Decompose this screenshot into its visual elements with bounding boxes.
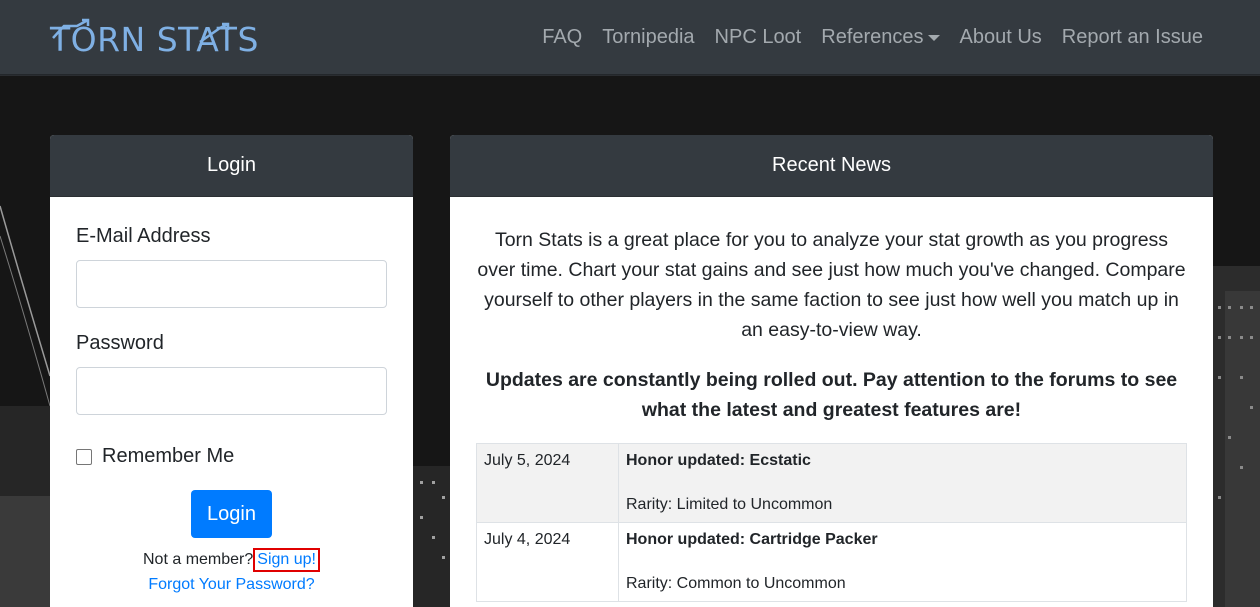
- login-card-header: Login: [50, 135, 413, 197]
- news-entry: Honor updated: Cartridge Packer Rarity: …: [618, 522, 1187, 602]
- news-body: Torn Stats is a great place for you to a…: [450, 197, 1213, 602]
- nav-report-issue[interactable]: Report an Issue: [1062, 26, 1203, 49]
- nav-faq[interactable]: FAQ: [542, 26, 582, 49]
- nav-menu: FAQ Tornipedia NPC Loot References About…: [542, 0, 1203, 75]
- remember-me-checkbox[interactable]: [76, 448, 92, 465]
- not-member-text: Not a member?: [143, 551, 254, 568]
- nav-tornipedia-label: Tornipedia: [602, 26, 695, 48]
- nav-npc-loot-label: NPC Loot: [714, 26, 802, 48]
- news-intro-text: Torn Stats is a great place for you to a…: [477, 229, 1186, 341]
- email-field[interactable]: [76, 260, 387, 308]
- nav-about-us-label: About Us: [959, 26, 1042, 48]
- news-title: Honor updated: Cartridge Packer: [626, 531, 878, 548]
- news-date: July 4, 2024: [476, 522, 619, 602]
- nav-references-label: References: [821, 26, 924, 48]
- top-navbar: TORN STATS FAQ Tornipedia NPC Loot Refer…: [0, 0, 1260, 75]
- remember-me-row: Remember Me: [76, 445, 387, 468]
- brand-logo[interactable]: TORN STATS: [50, 18, 259, 60]
- news-notice-text: Updates are constantly being rolled out.…: [485, 369, 1178, 421]
- table-row: July 4, 2024 Honor updated: Cartridge Pa…: [476, 522, 1187, 602]
- news-table: July 5, 2024 Honor updated: Ecstatic Rar…: [476, 443, 1187, 602]
- caret-down-icon: [927, 34, 940, 41]
- news-entry: Honor updated: Ecstatic Rarity: Limited …: [618, 443, 1187, 523]
- email-label: E-Mail Address: [76, 225, 211, 247]
- nav-tornipedia[interactable]: Tornipedia: [602, 26, 694, 49]
- forgot-password-link[interactable]: Forgot Your Password?: [76, 576, 387, 594]
- news-card-header: Recent News: [450, 135, 1213, 197]
- news-desc: Rarity: Common to Uncommon: [626, 575, 846, 592]
- news-card: Recent News Torn Stats is a great place …: [450, 135, 1213, 607]
- news-title: Honor updated: Ecstatic: [626, 452, 811, 469]
- news-date: July 5, 2024: [476, 443, 619, 523]
- signup-prompt: Not a member? Sign up!: [76, 548, 387, 572]
- login-button[interactable]: Login: [191, 490, 272, 538]
- signup-link[interactable]: Sign up!: [253, 548, 320, 572]
- nav-report-issue-label: Report an Issue: [1061, 26, 1203, 48]
- nav-references-dropdown[interactable]: References: [821, 26, 940, 49]
- table-row: July 5, 2024 Honor updated: Ecstatic Rar…: [476, 443, 1187, 523]
- login-form: E-Mail Address Password Remember Me Logi…: [50, 197, 413, 594]
- nav-faq-label: FAQ: [542, 26, 583, 48]
- login-card: Login E-Mail Address Password Remember M…: [50, 135, 413, 607]
- remember-me-label[interactable]: Remember Me: [102, 445, 234, 468]
- news-desc: Rarity: Limited to Uncommon: [626, 496, 833, 513]
- nav-about-us[interactable]: About Us: [960, 26, 1042, 49]
- password-label: Password: [76, 332, 164, 354]
- password-field[interactable]: [76, 367, 387, 415]
- brand-name: TORN STATS: [50, 19, 259, 59]
- nav-npc-loot[interactable]: NPC Loot: [715, 26, 802, 49]
